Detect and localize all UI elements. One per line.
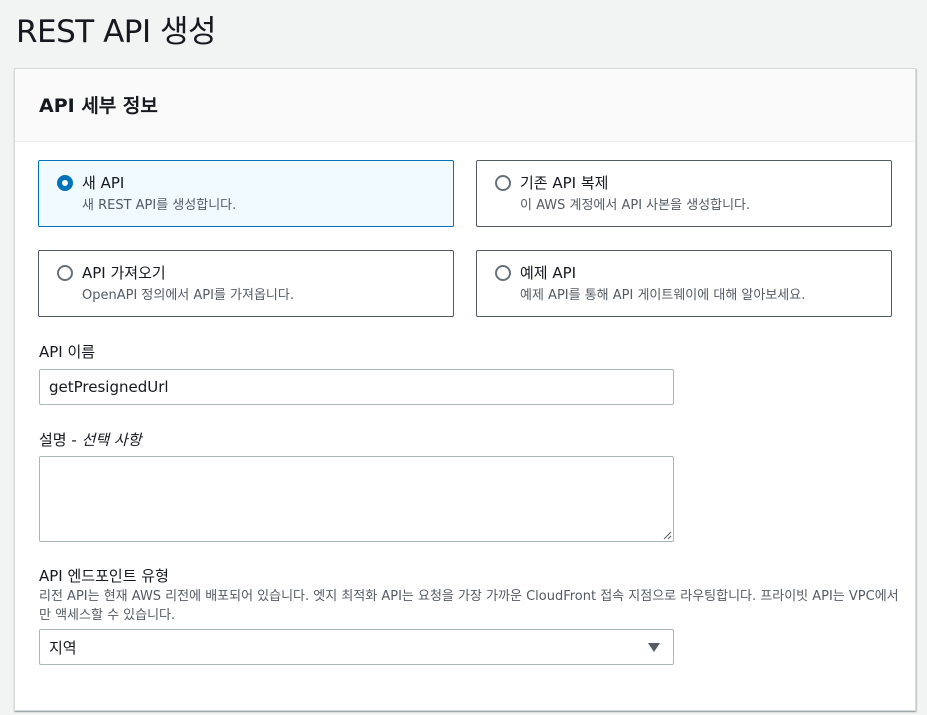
description-wrapper bbox=[39, 456, 674, 542]
caret-down-icon bbox=[648, 642, 660, 652]
endpoint-type-label: API 엔드포인트 유형 bbox=[39, 567, 169, 585]
radio-new-api[interactable] bbox=[57, 175, 73, 191]
description-textarea[interactable] bbox=[39, 456, 674, 542]
radio-import-api[interactable] bbox=[57, 265, 73, 281]
api-details-panel: API 세부 정보 새 API 새 REST API를 생성합니다. 기존 AP… bbox=[14, 68, 916, 711]
description-label-text: 설명 - bbox=[39, 431, 82, 449]
radio-clone-api[interactable] bbox=[495, 175, 511, 191]
page-title: REST API 생성 bbox=[16, 14, 217, 50]
panel-header: API 세부 정보 bbox=[15, 69, 915, 142]
option-title: 예제 API bbox=[520, 264, 577, 282]
panel-title: API 세부 정보 bbox=[39, 95, 158, 117]
description-optional-text: 선택 사항 bbox=[81, 431, 142, 449]
endpoint-type-helper: 리전 API는 현재 AWS 리전에 배포되어 있습니다. 엣지 최적화 API… bbox=[39, 589, 899, 623]
endpoint-type-select[interactable]: 지역 bbox=[39, 629, 674, 665]
option-title: 기존 API 복제 bbox=[520, 174, 609, 192]
description-label: 설명 - 선택 사항 bbox=[39, 429, 142, 450]
endpoint-type-value: 지역 bbox=[49, 638, 77, 657]
option-new-api[interactable]: 새 API 새 REST API를 생성합니다. bbox=[38, 160, 454, 227]
radio-example-api[interactable] bbox=[495, 265, 511, 281]
option-import-api[interactable]: API 가져오기 OpenAPI 정의에서 API를 가져옵니다. bbox=[38, 250, 454, 317]
option-description: 이 AWS 계정에서 API 사본을 생성합니다. bbox=[520, 198, 751, 213]
option-title: 새 API bbox=[82, 174, 125, 192]
option-description: OpenAPI 정의에서 API를 가져옵니다. bbox=[82, 288, 294, 303]
api-name-input[interactable] bbox=[39, 369, 674, 405]
option-example-api[interactable]: 예제 API 예제 API를 통해 API 게이트웨이에 대해 알아보세요. bbox=[476, 250, 892, 317]
option-description: 예제 API를 통해 API 게이트웨이에 대해 알아보세요. bbox=[520, 288, 806, 303]
option-clone-api[interactable]: 기존 API 복제 이 AWS 계정에서 API 사본을 생성합니다. bbox=[476, 160, 892, 227]
option-title: API 가져오기 bbox=[82, 264, 166, 282]
resize-grip-icon[interactable] bbox=[662, 530, 672, 540]
option-description: 새 REST API를 생성합니다. bbox=[82, 198, 237, 213]
api-name-label: API 이름 bbox=[39, 343, 96, 361]
